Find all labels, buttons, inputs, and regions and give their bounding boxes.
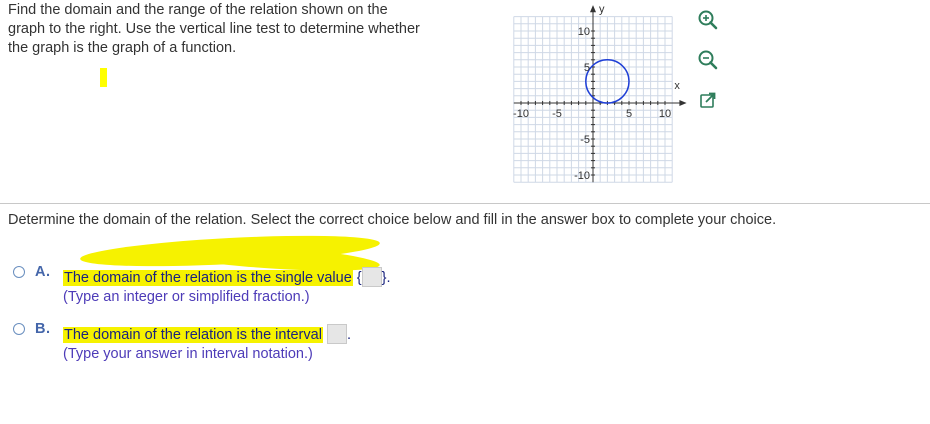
zoom-in-button[interactable] xyxy=(692,4,724,36)
yellow-highlight-mark xyxy=(100,68,107,87)
choice-b-period: . xyxy=(346,327,351,343)
y-axis-arrow xyxy=(590,5,596,13)
x-tick-label: 5 xyxy=(626,108,632,120)
choice-a-period: . xyxy=(386,270,391,286)
section-divider xyxy=(0,203,930,204)
choice-a-statement: The domain of the relation is the single… xyxy=(63,270,353,286)
choice-a-hint: (Type an integer or simplified fraction.… xyxy=(63,289,310,305)
y-tick-label: 5 xyxy=(584,62,590,74)
choice-a-text: The domain of the relation is the single… xyxy=(63,267,391,287)
choice-b-radio[interactable] xyxy=(13,323,25,335)
y-tick-label: -10 xyxy=(574,170,590,182)
expand-button[interactable] xyxy=(692,84,724,116)
choice-b-letter: B. xyxy=(35,321,51,337)
x-axis-label: x xyxy=(674,80,680,92)
choice-b-text: The domain of the relation is the interv… xyxy=(63,324,351,344)
x-tick-label: 10 xyxy=(659,108,671,120)
choice-a-letter: A. xyxy=(35,264,51,280)
question-text: Determine the domain of the relation. Se… xyxy=(8,212,777,228)
relation-graph: x y -10 -5 5 10 10 5 -5 -10 xyxy=(513,3,687,183)
problem-line-1: Find the domain and the range of the rel… xyxy=(8,2,388,18)
problem-statement: Find the domain and the range of the rel… xyxy=(8,1,478,58)
y-axis-label: y xyxy=(599,3,605,15)
choice-b-statement: The domain of the relation is the interv… xyxy=(63,327,323,343)
y-tick-label: 10 xyxy=(578,26,590,38)
zoom-out-button[interactable] xyxy=(692,44,724,76)
problem-line-2: graph to the right. Use the vertical lin… xyxy=(8,21,420,37)
problem-line-3: the graph is the graph of a function. xyxy=(8,40,237,56)
x-axis-arrow xyxy=(679,100,687,106)
zoom-in-icon xyxy=(698,10,718,30)
choice-a-radio[interactable] xyxy=(13,266,25,278)
expand-icon xyxy=(700,92,716,108)
y-tick-label: -5 xyxy=(580,134,590,146)
choice-b-answer-box[interactable] xyxy=(326,324,347,344)
x-tick-label: -10 xyxy=(513,108,529,120)
choice-b-hint: (Type your answer in interval notation.) xyxy=(63,346,313,362)
choice-a-answer-box[interactable] xyxy=(361,267,382,287)
x-tick-label: -5 xyxy=(552,108,562,120)
tick-labels: -10 -5 5 10 10 5 -5 -10 xyxy=(513,26,671,182)
zoom-out-icon xyxy=(698,50,718,70)
